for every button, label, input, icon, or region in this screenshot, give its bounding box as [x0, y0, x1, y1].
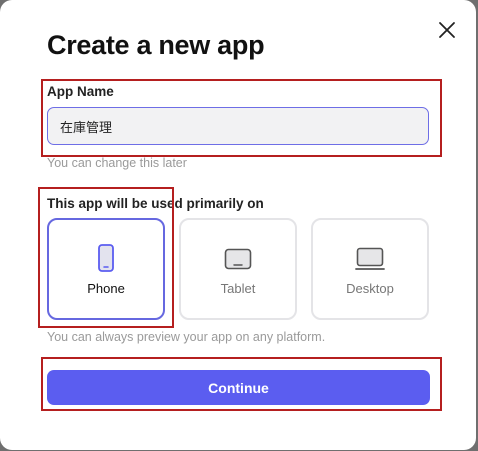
desktop-icon — [313, 247, 427, 271]
platform-option-label: Phone — [87, 281, 125, 296]
platform-label: This app will be used primarily on — [47, 196, 264, 211]
app-name-label: App Name — [47, 84, 114, 99]
dialog-title: Create a new app — [47, 30, 265, 60]
platform-option-label: Desktop — [346, 281, 394, 296]
app-name-hint: You can change this later — [47, 156, 187, 170]
platform-hint: You can always preview your app on any p… — [47, 330, 326, 344]
create-app-dialog: Create a new app App Name You can change… — [0, 0, 476, 450]
tablet-icon — [181, 248, 295, 270]
platform-option-desktop[interactable]: Desktop — [311, 218, 429, 320]
phone-icon — [49, 244, 163, 272]
platform-option-tablet[interactable]: Tablet — [179, 218, 297, 320]
platform-option-phone[interactable]: Phone — [47, 218, 165, 320]
platform-option-label: Tablet — [220, 281, 256, 296]
continue-button[interactable]: Continue — [47, 370, 430, 405]
app-name-input[interactable] — [47, 107, 429, 145]
close-icon[interactable] — [436, 19, 458, 41]
